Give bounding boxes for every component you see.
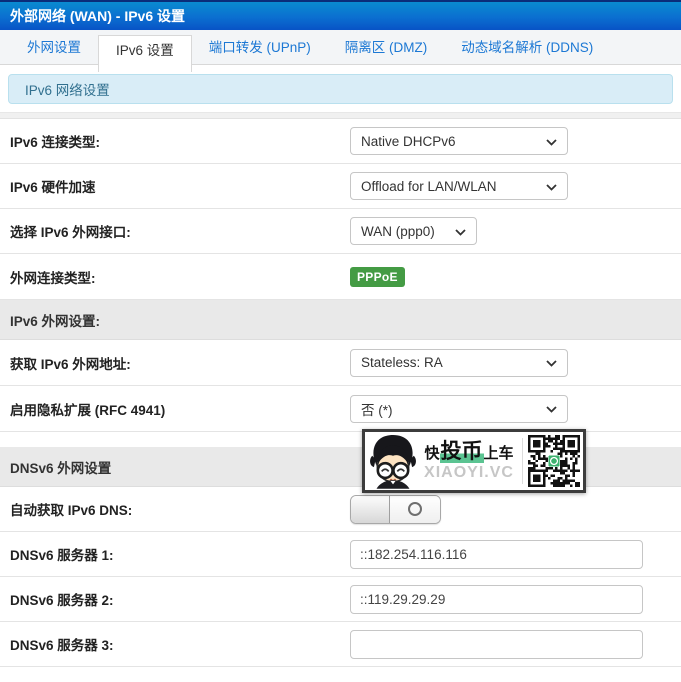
watermark: 快投币上车 XIAOYI.VC (362, 429, 586, 493)
chevron-down-icon (546, 355, 557, 370)
tab-ddns[interactable]: 动态域名解析 (DDNS) (444, 30, 610, 64)
row-connection-type: IPv6 连接类型: Native DHCPv6 (0, 119, 681, 164)
tab-dmz[interactable]: 隔离区 (DMZ) (328, 30, 444, 64)
chevron-down-icon (546, 134, 557, 149)
row-privacy-ext: 启用隐私扩展 (RFC 4941) 否 (*) (0, 386, 681, 432)
row-hw-accel: IPv6 硬件加速 Offload for LAN/WLAN (0, 164, 681, 209)
wan-interface-label: 选择 IPv6 外网接口: (10, 225, 131, 240)
auto-dns-toggle[interactable] (350, 494, 441, 524)
connection-type-label: IPv6 连接类型: (10, 135, 101, 150)
dns2-input[interactable] (350, 584, 643, 614)
dns2-label: DNSv6 服务器 2: (10, 593, 114, 608)
auto-dns-label: 自动获取 IPv6 DNS: (10, 503, 133, 518)
addr-mode-label: 获取 IPv6 外网地址: (10, 356, 131, 372)
privacy-ext-label: 启用隐私扩展 (RFC 4941) (10, 402, 166, 418)
row-auto-dns: 自动获取 IPv6 DNS: (0, 487, 681, 532)
tab-port-forwarding-upnp[interactable]: 端口转发 (UPnP) (192, 30, 328, 64)
page-title-bar: 外部网络 (WAN) - IPv6 设置 (0, 0, 681, 30)
dns1-input[interactable] (350, 539, 643, 569)
chevron-down-icon (546, 401, 557, 416)
watermark-prefix: 快 (424, 444, 440, 462)
wan-ipv6-settings-page: 外部网络 (WAN) - IPv6 设置 外网设置 IPv6 设置 端口转发 (… (0, 0, 681, 682)
section-divider (0, 112, 681, 119)
info-banner: IPv6 网络设置 (8, 74, 673, 104)
dns1-label: DNSv6 服务器 1: (10, 548, 114, 563)
privacy-ext-select[interactable]: 否 (*) (350, 394, 568, 423)
watermark-highlight: 投币 (439, 439, 484, 463)
pppoe-status-badge: PPPoE (350, 266, 405, 287)
toggle-off-icon (408, 502, 422, 516)
watermark-text: 快投币上车 XIAOYI.VC (419, 439, 519, 483)
wan-interface-value: WAN (ppp0) (361, 223, 435, 239)
row-wan-interface: 选择 IPv6 外网接口: WAN (ppp0) (0, 209, 681, 254)
row-dns2: DNSv6 服务器 2: (0, 577, 681, 622)
info-banner-text: IPv6 网络设置 (25, 83, 110, 98)
connection-type-select[interactable]: Native DHCPv6 (350, 127, 568, 155)
addr-mode-select[interactable]: Stateless: RA (350, 348, 568, 377)
banner-section: IPv6 网络设置 (0, 65, 681, 112)
watermark-site: XIAOYI.VC (424, 463, 514, 481)
tab-ipv6-settings[interactable]: IPv6 设置 (98, 35, 192, 72)
chevron-down-icon (455, 224, 466, 239)
page-title: 外部网络 (WAN) - IPv6 设置 (10, 8, 186, 24)
row-wan-conn-type: 外网连接类型: PPPoE (0, 254, 681, 300)
watermark-separator (522, 438, 523, 484)
tab-bar: 外网设置 IPv6 设置 端口转发 (UPnP) 隔离区 (DMZ) 动态域名解… (0, 30, 681, 72)
hw-accel-label: IPv6 硬件加速 (10, 180, 96, 195)
row-dns1: DNSv6 服务器 1: (0, 532, 681, 577)
qr-code-icon (528, 435, 580, 487)
avatar (370, 435, 416, 489)
addr-mode-value: Stateless: RA (361, 355, 443, 370)
tab-wan-settings[interactable]: 外网设置 (10, 30, 98, 64)
dns3-label: DNSv6 服务器 3: (10, 638, 114, 653)
toggle-knob (351, 495, 390, 523)
watermark-suffix: 上车 (483, 444, 514, 462)
privacy-ext-value: 否 (*) (361, 402, 393, 418)
dns3-input[interactable] (350, 629, 643, 659)
chevron-down-icon (546, 179, 557, 194)
toggle-off-indicator (390, 495, 440, 523)
wan-interface-select[interactable]: WAN (ppp0) (350, 217, 477, 245)
hw-accel-select[interactable]: Offload for LAN/WLAN (350, 172, 568, 200)
row-addr-mode: 获取 IPv6 外网地址: Stateless: RA (0, 340, 681, 386)
row-dns3: DNSv6 服务器 3: (0, 622, 681, 667)
connection-type-value: Native DHCPv6 (361, 133, 456, 149)
hw-accel-value: Offload for LAN/WLAN (361, 178, 497, 194)
section-ipv6-wan: IPv6 外网设置: (0, 300, 681, 340)
section-ipv6-wan-title: IPv6 外网设置: (10, 313, 101, 329)
section-dnsv6-title: DNSv6 外网设置 (10, 460, 112, 476)
wan-conn-type-label: 外网连接类型: (10, 270, 96, 286)
